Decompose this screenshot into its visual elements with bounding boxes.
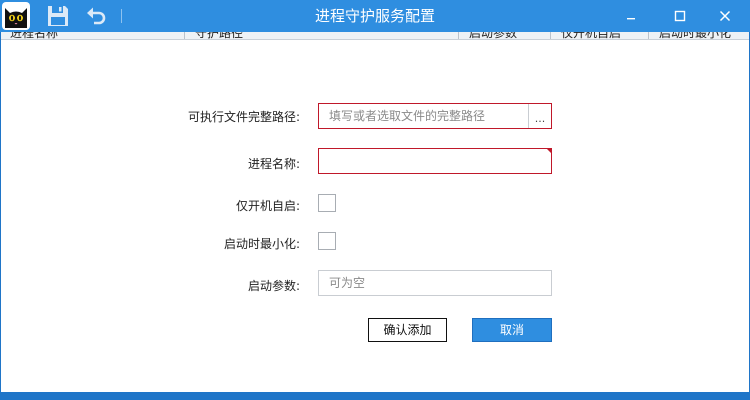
start-minimized-label: 启动时最小化: <box>223 237 300 251</box>
cancel-button[interactable]: 取消 <box>472 318 552 342</box>
process-name-input[interactable] <box>318 148 552 174</box>
window-bottom-bar <box>0 392 750 400</box>
confirm-add-button[interactable]: 确认添加 <box>368 318 447 342</box>
browse-file-button[interactable]: ... <box>528 104 551 128</box>
save-icon <box>48 6 68 26</box>
minimize-icon <box>627 18 635 20</box>
minimize-button[interactable] <box>619 4 643 28</box>
column-header[interactable]: 启动参数 <box>458 32 550 39</box>
boot-only-checkbox[interactable] <box>318 194 336 212</box>
title-bar: 进程守护服务配置 <box>0 0 750 32</box>
save-button[interactable] <box>46 4 70 28</box>
process-name-label: 进程名称: <box>247 157 300 171</box>
undo-icon <box>87 7 106 25</box>
column-header[interactable]: 进程名称 <box>0 32 184 39</box>
start-minimized-checkbox[interactable] <box>318 232 336 250</box>
process-grid-header: 进程名称 守护路径 启动参数 仅开机自启 启动时最小化 <box>0 32 750 40</box>
close-icon <box>719 10 731 22</box>
boot-only-label: 仅开机自启: <box>235 199 300 213</box>
undo-button[interactable] <box>84 4 108 28</box>
start-args-input[interactable] <box>318 270 552 296</box>
toolbar-separator <box>121 9 122 23</box>
exe-path-input[interactable] <box>318 103 552 129</box>
close-button[interactable] <box>713 4 737 28</box>
column-header[interactable]: 守护路径 <box>184 32 458 39</box>
start-args-label: 启动参数: <box>247 279 300 293</box>
required-marker <box>546 148 552 154</box>
app-cat-icon[interactable] <box>2 2 30 30</box>
maximize-icon <box>674 10 686 22</box>
column-header[interactable]: 仅开机自启 <box>550 32 648 39</box>
column-header[interactable]: 启动时最小化 <box>648 32 750 39</box>
exe-path-label: 可执行文件完整路径: <box>187 110 300 124</box>
maximize-button[interactable] <box>668 4 692 28</box>
